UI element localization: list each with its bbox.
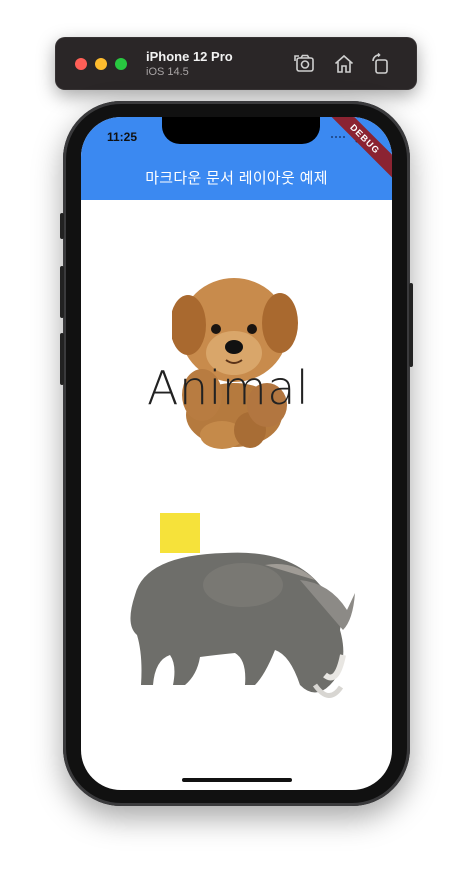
power-button <box>409 283 413 367</box>
close-window-button[interactable] <box>75 58 87 70</box>
app-bar-title: 마크다운 문서 레이아웃 예제 <box>145 170 328 187</box>
volume-up-button <box>60 266 64 318</box>
rotate-icon[interactable] <box>369 52 393 76</box>
status-time: 11:25 <box>107 130 138 144</box>
notch <box>162 117 320 144</box>
rhino-image <box>130 552 355 698</box>
signal-icon <box>331 136 345 138</box>
screenshot-icon[interactable] <box>293 52 317 76</box>
home-indicator[interactable] <box>182 778 292 782</box>
animal-label: Animal <box>147 361 310 415</box>
phone-screen: 11:25 DEBUG 마크다운 문서 레이아웃 예제 Animal <box>81 117 392 790</box>
mute-switch <box>60 213 64 239</box>
simulator-toolbar: iPhone 12 Pro iOS 14.5 <box>55 37 417 90</box>
device-name: iPhone 12 Pro <box>146 49 233 64</box>
yellow-square <box>160 513 200 553</box>
minimize-window-button[interactable] <box>95 58 107 70</box>
os-version: iOS 14.5 <box>146 66 189 78</box>
home-icon[interactable] <box>332 52 356 76</box>
volume-down-button <box>60 333 64 385</box>
zoom-window-button[interactable] <box>115 58 127 70</box>
puppy-image <box>172 278 298 449</box>
app-bar: 11:25 DEBUG 마크다운 문서 레이아웃 예제 <box>81 117 392 200</box>
